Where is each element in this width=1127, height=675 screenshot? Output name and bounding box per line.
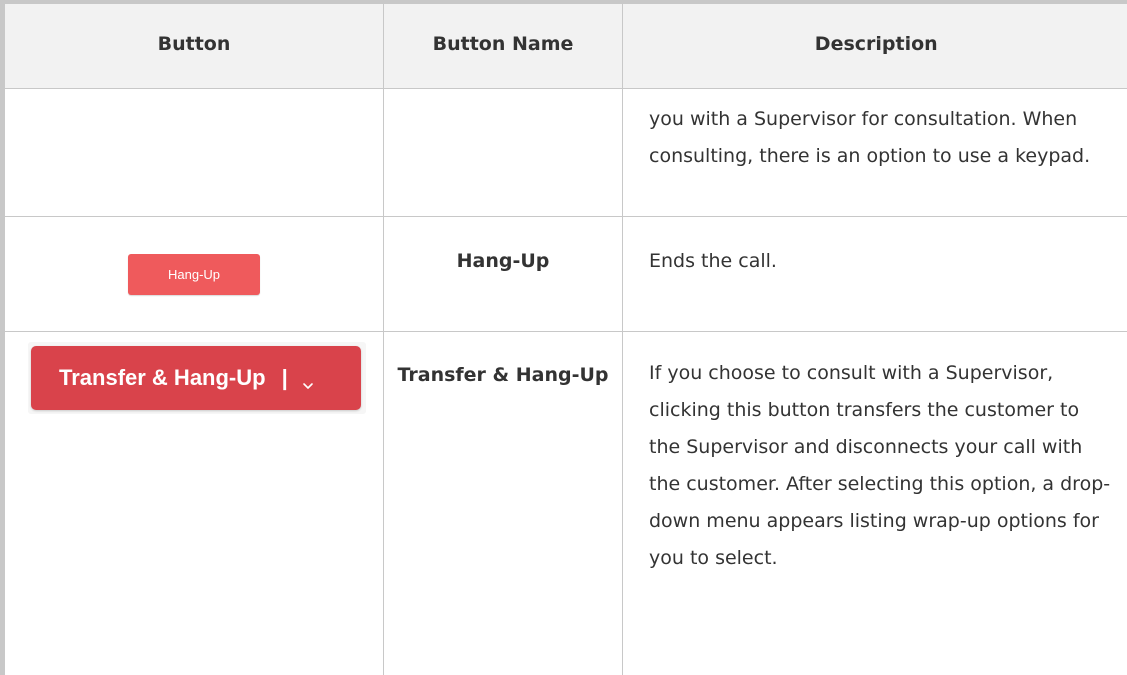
description-text: you with a Supervisor for consultation. …: [649, 108, 1091, 167]
table-row: you with a Supervisor for consultation. …: [0, 88, 1127, 218]
description-cell: If you choose to consult with a Supervis…: [623, 332, 1127, 675]
button-cell: Hang-Up: [0, 216, 384, 333]
table-row: Hang-Up Hang-Up Ends the call.: [0, 216, 1127, 333]
transfer-button-image: Transfer & Hang-Up |: [28, 342, 366, 414]
button-name-text: Hang-Up: [456, 250, 550, 273]
description-text: If you choose to consult with a Supervis…: [649, 362, 1111, 570]
description-cell: Ends the call.: [622, 216, 1127, 333]
button-name-cell: Hang-Up: [383, 216, 623, 333]
description-text: Ends the call.: [649, 250, 777, 273]
description-cell: you with a Supervisor for consultation. …: [622, 88, 1127, 218]
header-button: Button: [0, 0, 384, 89]
header-description: Description: [622, 0, 1127, 89]
button-name-text: Transfer & Hang-Up: [397, 364, 609, 387]
table-header-row: Button Button Name Description: [0, 0, 1127, 89]
button-reference-table: Button Button Name Description you with …: [0, 0, 1127, 675]
hang-up-button[interactable]: Hang-Up: [128, 254, 260, 296]
transfer-hang-up-label: Transfer & Hang-Up: [59, 365, 266, 390]
button-cell: [0, 88, 384, 218]
transfer-hang-up-button[interactable]: Transfer & Hang-Up |: [31, 346, 361, 410]
button-separator: |: [281, 365, 288, 390]
table-top-border: [0, 0, 1127, 4]
chevron-down-icon[interactable]: [302, 372, 314, 389]
table-left-border: [0, 0, 5, 675]
header-button-name: Button Name: [383, 0, 623, 89]
button-name-cell: Transfer & Hang-Up: [383, 331, 623, 675]
button-name-cell: [383, 88, 623, 218]
